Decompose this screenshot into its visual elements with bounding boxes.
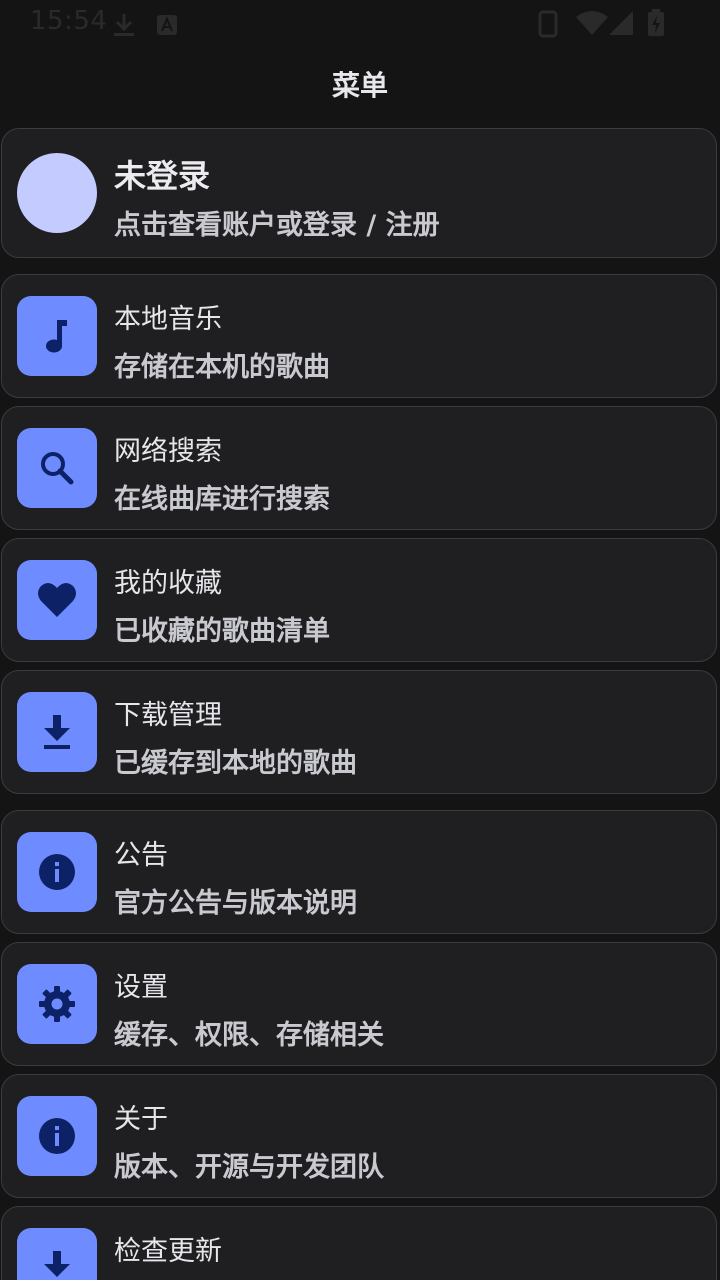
info-icon — [17, 832, 97, 912]
font-icon — [157, 15, 177, 35]
menu-item-check-update[interactable]: 检查更新 — [1, 1206, 717, 1280]
menu-item-title: 检查更新 — [114, 1236, 222, 1267]
menu-item-subtitle: 官方公告与版本说明 — [114, 888, 357, 919]
menu-item-title: 下载管理 — [114, 700, 222, 731]
menu-item-settings[interactable]: 设置 缓存、权限、存储相关 — [1, 942, 717, 1066]
status-time: 15:54 — [30, 6, 108, 36]
heart-icon — [17, 560, 97, 640]
info-icon — [17, 1096, 97, 1176]
menu-item-local-music[interactable]: 本地音乐 存储在本机的歌曲 — [1, 274, 717, 398]
menu-item-online-search[interactable]: 网络搜索 在线曲库进行搜索 — [1, 406, 717, 530]
menu-screen: 15:54 菜单 未登录 点击查看账户或登录 / 注册 本地音乐 存储在本机的歌… — [0, 0, 720, 1280]
menu-item-title: 我的收藏 — [114, 568, 222, 599]
download-icon — [17, 692, 97, 772]
menu-item-title: 公告 — [114, 840, 168, 871]
avatar — [17, 153, 97, 233]
signal-icon — [609, 11, 633, 35]
menu-item-downloads[interactable]: 下载管理 已缓存到本地的歌曲 — [1, 670, 717, 794]
music-note-icon — [17, 296, 97, 376]
menu-item-subtitle: 存储在本机的歌曲 — [114, 352, 330, 383]
menu-item-title: 本地音乐 — [114, 304, 222, 335]
menu-item-subtitle: 版本、开源与开发团队 — [114, 1152, 384, 1183]
wifi-icon — [576, 11, 608, 35]
battery-charging-icon — [648, 9, 664, 36]
menu-item-favorites[interactable]: 我的收藏 已收藏的歌曲清单 — [1, 538, 717, 662]
menu-item-title: 设置 — [114, 972, 168, 1003]
menu-item-title: 关于 — [114, 1104, 168, 1135]
menu-item-subtitle: 在线曲库进行搜索 — [114, 484, 330, 515]
menu-item-subtitle: 缓存、权限、存储相关 — [114, 1020, 384, 1051]
profile-title: 未登录 — [114, 157, 211, 195]
download-icon — [114, 14, 134, 36]
status-bar: 15:54 — [0, 0, 720, 48]
menu-item-subtitle: 已缓存到本地的歌曲 — [114, 748, 357, 779]
profile-subtitle: 点击查看账户或登录 / 注册 — [114, 210, 440, 241]
menu-item-announcements[interactable]: 公告 官方公告与版本说明 — [1, 810, 717, 934]
vibrate-icon — [538, 10, 558, 38]
menu-item-title: 网络搜索 — [114, 436, 222, 467]
menu-item-subtitle: 已收藏的歌曲清单 — [114, 616, 330, 647]
gear-icon — [17, 964, 97, 1044]
menu-item-about[interactable]: 关于 版本、开源与开发团队 — [1, 1074, 717, 1198]
profile-card[interactable]: 未登录 点击查看账户或登录 / 注册 — [1, 128, 717, 258]
search-icon — [17, 428, 97, 508]
page-title: 菜单 — [331, 69, 388, 102]
download-icon — [17, 1228, 97, 1280]
